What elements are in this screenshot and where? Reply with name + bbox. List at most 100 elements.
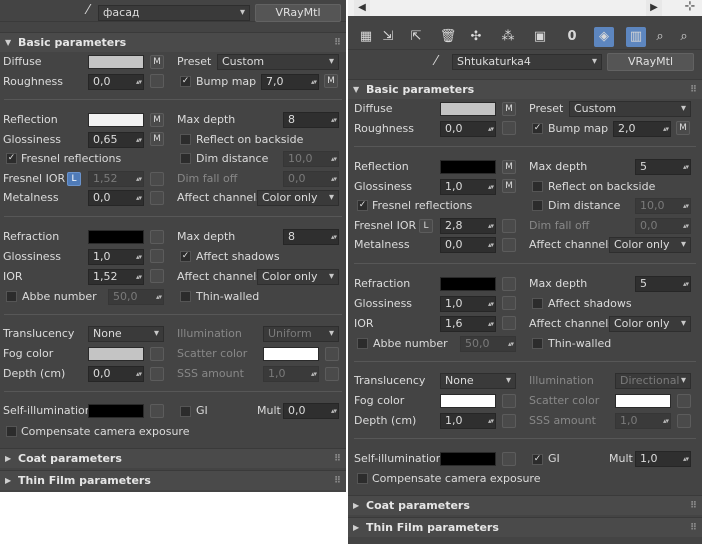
scatter-color-swatch[interactable] — [263, 347, 319, 361]
roughness-map-button[interactable] — [150, 74, 164, 88]
scatter-color-map-button[interactable] — [677, 394, 691, 408]
depth-spinner[interactable]: 0,0 — [88, 366, 144, 382]
ior-spinner[interactable]: 1,52 — [88, 269, 144, 285]
thin-film-parameters-header[interactable]: ▶ Thin Film parameters ⠿ — [348, 517, 702, 537]
roughness-map-button[interactable] — [502, 121, 516, 135]
depth-map-button[interactable] — [502, 414, 516, 428]
reflection-map-button[interactable]: M — [502, 160, 516, 174]
affect-shadows-checkbox[interactable]: ✓ — [180, 251, 191, 262]
glossiness-map-button[interactable]: M — [502, 179, 516, 193]
sss-amount-map-button[interactable] — [325, 367, 339, 381]
thin-walled-checkbox[interactable] — [532, 338, 543, 349]
go-to-parent-icon[interactable]: ⌕ — [650, 27, 670, 47]
fresnel-ior-lock-button[interactable]: L — [67, 172, 81, 186]
basic-parameters-header[interactable]: ▼ Basic parameters ⠿ — [0, 32, 346, 52]
sample-type-icon[interactable]: ▦ — [356, 27, 376, 47]
dim-distance-checkbox[interactable] — [532, 200, 543, 211]
coat-parameters-header[interactable]: ▶ Coat parameters ⠿ — [348, 495, 702, 515]
fresnel-checkbox[interactable]: ✓ — [357, 200, 368, 211]
refr-glossiness-map-button[interactable] — [150, 249, 164, 263]
refraction-map-button[interactable] — [502, 277, 516, 291]
dim-falloff-spinner[interactable]: 0,0 — [635, 218, 691, 234]
illumination-dropdown[interactable]: Directional — [615, 373, 691, 389]
get-material-icon[interactable]: ⇲ — [378, 27, 398, 47]
metalness-map-button[interactable] — [502, 238, 516, 252]
ior-spinner[interactable]: 1,6 — [440, 316, 496, 332]
fog-color-map-button[interactable] — [150, 347, 164, 361]
material-id-icon[interactable]: 0 — [562, 27, 582, 47]
make-unique-icon[interactable]: ✣ — [466, 27, 486, 47]
go-forward-icon[interactable]: ⌕ — [674, 27, 694, 47]
bump-map-spinner[interactable]: 2,0 — [613, 121, 671, 137]
abbe-number-spinner[interactable]: 50,0 — [108, 289, 164, 305]
affect-channels-dropdown[interactable]: Color only — [609, 237, 691, 253]
refr-glossiness-map-button[interactable] — [502, 296, 516, 310]
mult-spinner[interactable]: 0,0 — [283, 403, 339, 419]
depth-map-button[interactable] — [150, 367, 164, 381]
sss-amount-spinner[interactable]: 1,0 — [615, 413, 671, 429]
bump-map-checkbox[interactable]: ✓ — [180, 76, 191, 87]
fog-color-swatch[interactable] — [88, 347, 144, 361]
compensate-exposure-checkbox[interactable] — [6, 426, 17, 437]
fresnel-ior-spinner[interactable]: 1,52 — [88, 171, 144, 187]
diffuse-color-swatch[interactable] — [88, 55, 144, 69]
assign-material-icon[interactable]: ⁂ — [498, 27, 518, 47]
reflection-color-swatch[interactable] — [88, 113, 144, 127]
abbe-number-checkbox[interactable] — [6, 291, 17, 302]
nav-right-icon[interactable]: ▶ — [646, 0, 662, 16]
more-options-icon[interactable]: ⊹ — [680, 0, 700, 17]
material-name-field[interactable]: Shtukaturka4 — [452, 54, 602, 70]
dim-distance-spinner[interactable]: 10,0 — [283, 151, 339, 167]
gi-checkbox[interactable] — [180, 406, 191, 417]
fresnel-ior-lock-button[interactable]: L — [419, 219, 433, 233]
fog-color-swatch[interactable] — [440, 394, 496, 408]
reflection-map-button[interactable]: M — [150, 113, 164, 127]
metalness-map-button[interactable] — [150, 191, 164, 205]
scatter-color-swatch[interactable] — [615, 394, 671, 408]
self-illumination-map-button[interactable] — [150, 404, 164, 418]
diffuse-color-swatch[interactable] — [440, 102, 496, 116]
fresnel-ior-map-button[interactable] — [150, 172, 164, 186]
reflect-backside-checkbox[interactable] — [180, 134, 191, 145]
dim-falloff-spinner[interactable]: 0,0 — [283, 171, 339, 187]
self-illumination-map-button[interactable] — [502, 452, 516, 466]
refr-glossiness-spinner[interactable]: 1,0 — [88, 249, 144, 265]
fresnel-ior-map-button[interactable] — [502, 219, 516, 233]
save-library-icon[interactable]: ▣ — [530, 27, 550, 47]
max-depth-spinner[interactable]: 8 — [283, 112, 339, 128]
coat-parameters-header[interactable]: ▶ Coat parameters ⠿ — [0, 448, 346, 468]
illumination-dropdown[interactable]: Uniform — [263, 326, 339, 342]
gi-checkbox[interactable]: ✓ — [532, 454, 543, 465]
affect-channels-dropdown[interactable]: Color only — [257, 190, 339, 206]
glossiness-spinner[interactable]: 1,0 — [440, 179, 496, 195]
dim-distance-spinner[interactable]: 10,0 — [635, 198, 691, 214]
nav-left-icon[interactable]: ◀ — [354, 0, 370, 16]
show-end-result-icon[interactable]: ▥ — [626, 27, 646, 47]
glossiness-map-button[interactable]: M — [150, 132, 164, 146]
metalness-spinner[interactable]: 0,0 — [88, 190, 144, 206]
bump-map-button[interactable]: M — [324, 74, 338, 88]
translucency-dropdown[interactable]: None — [88, 326, 164, 342]
self-illumination-color-swatch[interactable] — [88, 404, 144, 418]
roughness-spinner[interactable]: 0,0 — [88, 74, 144, 90]
preset-dropdown[interactable]: Custom — [217, 54, 339, 70]
mult-spinner[interactable]: 1,0 — [635, 451, 691, 467]
eyedropper-icon[interactable]: ⁄ — [426, 52, 446, 72]
affect-shadows-checkbox[interactable] — [532, 298, 543, 309]
reflect-backside-checkbox[interactable] — [532, 181, 543, 192]
refraction-color-swatch[interactable] — [88, 230, 144, 244]
reflection-color-swatch[interactable] — [440, 160, 496, 174]
abbe-number-checkbox[interactable] — [357, 338, 368, 349]
show-in-viewport-icon[interactable]: ◈ — [594, 27, 614, 47]
max-depth-spinner[interactable]: 5 — [635, 159, 691, 175]
thin-film-parameters-header[interactable]: ▶ Thin Film parameters ⠿ — [0, 470, 346, 490]
glossiness-spinner[interactable]: 0,65 — [88, 132, 144, 148]
refr-affect-channels-dropdown[interactable]: Color only — [257, 269, 339, 285]
diffuse-map-button[interactable]: M — [150, 55, 164, 69]
abbe-number-spinner[interactable]: 50,0 — [460, 336, 516, 352]
sss-amount-spinner[interactable]: 1,0 — [263, 366, 319, 382]
compensate-exposure-checkbox[interactable] — [357, 473, 368, 484]
dim-distance-checkbox[interactable] — [180, 153, 191, 164]
eyedropper-icon[interactable]: ⁄ — [78, 1, 98, 21]
material-type-button[interactable]: VRayMtl — [607, 53, 694, 71]
